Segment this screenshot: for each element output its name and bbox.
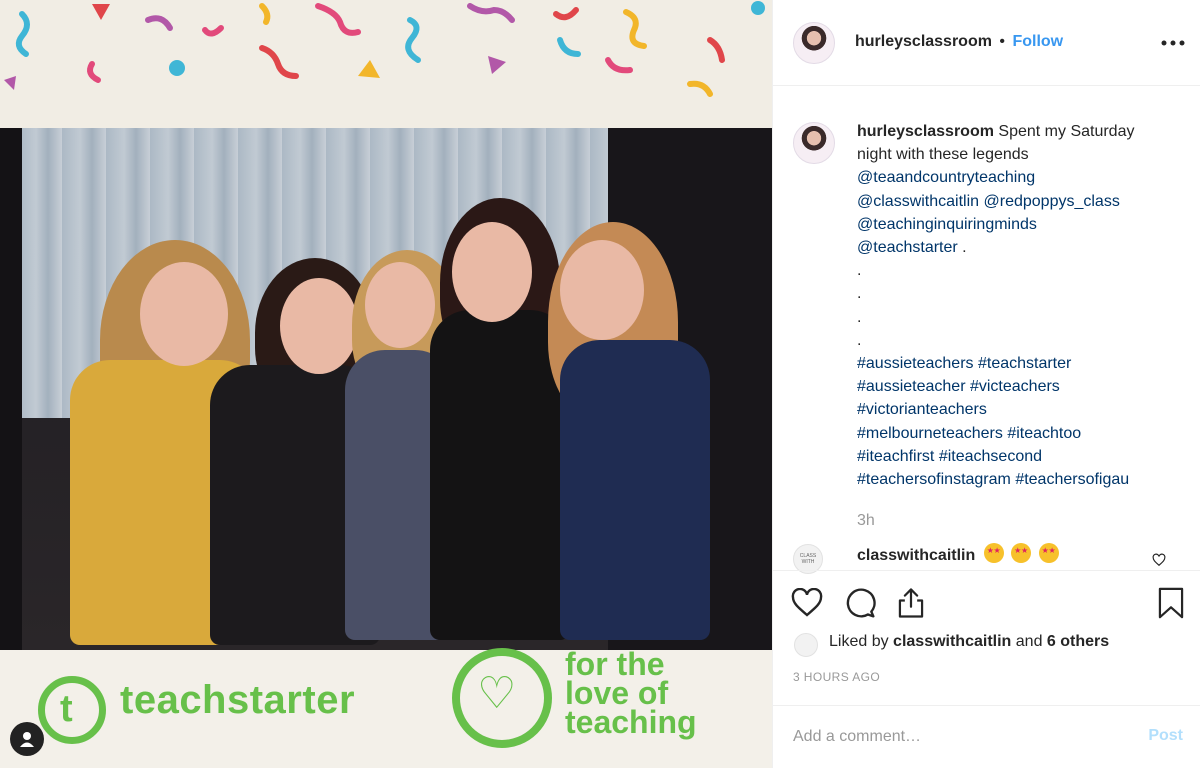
- caption-username[interactable]: hurleysclassroom: [857, 123, 994, 140]
- hashtag-link[interactable]: #teachersofinstagram: [857, 471, 1011, 488]
- comment-button[interactable]: [842, 585, 878, 621]
- post-photo[interactable]: t teachstarter ♡ for the love of teachin…: [0, 0, 772, 768]
- liked-by-and: and: [1015, 633, 1043, 650]
- photo-shadow-left: [0, 128, 22, 653]
- actions-divider: [773, 570, 1200, 571]
- hashtag-link[interactable]: #aussieteacher: [857, 378, 966, 395]
- commenter-avatar-text: CLASS WITH: [799, 553, 817, 565]
- hashtag-link[interactable]: #iteachsecond: [939, 448, 1042, 465]
- post-header: hurleysclassroom • Follow: [773, 0, 1200, 86]
- star-eyes-emoji-icon: [1038, 543, 1059, 563]
- caption-line-1: hurleysclassroom Spent my Saturday: [857, 120, 1187, 143]
- mention-link[interactable]: @teaandcountryteaching: [857, 169, 1035, 186]
- more-options-button[interactable]: [1155, 25, 1191, 61]
- hashtag-link[interactable]: #victorianteachers: [857, 401, 987, 418]
- post-timestamp[interactable]: 3 HOURS AGO: [793, 670, 880, 684]
- love-line-3: teaching: [565, 704, 697, 740]
- tagged-users-button[interactable]: [10, 722, 44, 756]
- star-eyes-emoji-icon: [983, 543, 1004, 563]
- post-comment-button[interactable]: Post: [1148, 727, 1183, 745]
- save-button[interactable]: [1153, 585, 1189, 621]
- hashtag-link[interactable]: #teachersofigau: [1015, 471, 1129, 488]
- caption-dot: .: [857, 285, 862, 303]
- hashtag-link[interactable]: #melbourneteachers: [857, 425, 1003, 442]
- caption-dot: .: [857, 262, 862, 280]
- liked-by-line: Liked by classwithcaitlin and 6 others: [829, 633, 1109, 651]
- mention-link[interactable]: @teachinginquiringminds: [857, 216, 1037, 233]
- heart-icon: [791, 588, 823, 617]
- liked-by-prefix: Liked by: [829, 633, 889, 650]
- teachstarter-wordmark: teachstarter: [120, 678, 356, 722]
- hashtag-link[interactable]: #aussieteachers: [857, 355, 974, 372]
- liked-by-user[interactable]: classwithcaitlin: [893, 633, 1011, 650]
- post-caption: hurleysclassroom Spent my Saturday night…: [857, 120, 1187, 491]
- hashtag-link[interactable]: #victeachers: [970, 378, 1060, 395]
- mention-link[interactable]: @teachstarter: [857, 239, 958, 256]
- mention-link[interactable]: @classwithcaitlin: [857, 193, 979, 210]
- caption-avatar[interactable]: [793, 122, 835, 164]
- hashtag-link[interactable]: #iteachtoo: [1007, 425, 1081, 442]
- hashtag-link[interactable]: #teachstarter: [978, 355, 1071, 372]
- love-of-teaching-text: for the love of teaching: [565, 648, 697, 740]
- teachstarter-logo-letter: t: [60, 688, 73, 730]
- share-icon: [898, 588, 924, 618]
- comment-like-button[interactable]: [1147, 550, 1171, 570]
- confetti-border: [0, 0, 772, 135]
- heart-logo-icon: ♡: [477, 669, 517, 718]
- star-eyes-emoji-icon: [1011, 543, 1032, 563]
- mention-tail: .: [957, 239, 967, 257]
- comment-icon: [846, 588, 876, 618]
- add-comment-section: Post: [773, 705, 1200, 768]
- caption-text-start: Spent my Saturday: [998, 123, 1135, 140]
- share-button[interactable]: [893, 585, 929, 621]
- small-heart-icon: [1152, 553, 1166, 567]
- liker-avatar[interactable]: [794, 633, 818, 657]
- post-side-panel: hurleysclassroom • Follow hurleysclassro…: [772, 0, 1200, 768]
- confetti-decoration: [4, 1, 765, 97]
- caption-dot: .: [857, 308, 862, 326]
- author-username[interactable]: hurleysclassroom: [855, 33, 992, 50]
- caption-text-cont: night with these legends: [857, 146, 1029, 164]
- caption-dot: .: [857, 331, 862, 349]
- author-avatar[interactable]: [793, 22, 835, 64]
- follow-button[interactable]: Follow: [1012, 33, 1063, 50]
- user-icon: [20, 732, 34, 747]
- liked-by-others[interactable]: 6 others: [1047, 633, 1109, 650]
- commenter-username[interactable]: classwithcaitlin: [857, 547, 975, 564]
- like-button[interactable]: [789, 585, 825, 621]
- comment-item: classwithcaitlin: [857, 543, 1062, 565]
- caption-time-ago[interactable]: 3h: [857, 512, 875, 530]
- bookmark-icon: [1158, 587, 1184, 619]
- comment-input[interactable]: [793, 724, 1123, 750]
- header-separator: •: [999, 33, 1006, 50]
- mention-link[interactable]: @redpoppys_class: [984, 193, 1120, 210]
- ellipsis-icon: [1161, 40, 1185, 46]
- header-user-line: hurleysclassroom • Follow: [855, 33, 1063, 51]
- hashtag-link[interactable]: #iteachfirst: [857, 448, 934, 465]
